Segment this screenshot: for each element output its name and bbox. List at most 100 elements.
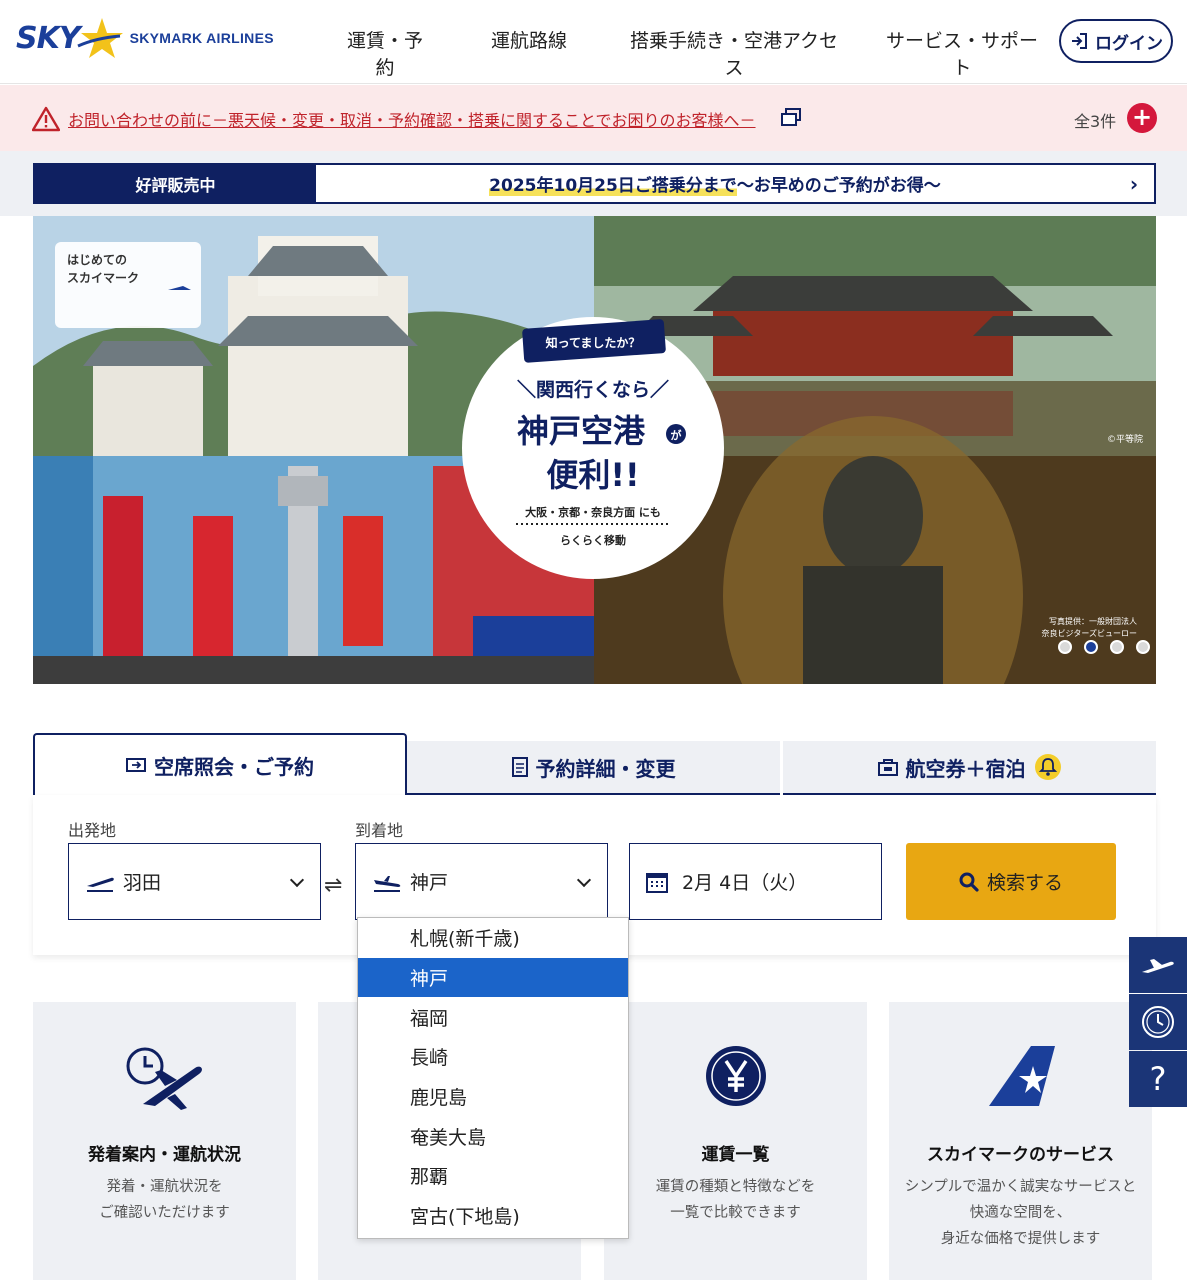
yen-icon	[604, 1044, 867, 1114]
hero-corner-line1: はじめての	[67, 253, 127, 267]
hero-line4: 大阪・京都・奈良方面 にも	[525, 505, 661, 519]
ticket-icon	[126, 758, 146, 772]
nav-routes[interactable]: 運航路線	[491, 26, 567, 78]
star-icon	[76, 18, 123, 58]
tab-reservation-details[interactable]: 予約詳細・変更	[407, 741, 780, 795]
document-icon	[511, 757, 528, 777]
tab-label: 空席照会・ご予約	[154, 754, 314, 779]
bell-icon	[1034, 754, 1061, 780]
origin-select[interactable]: 羽田	[68, 843, 321, 920]
destination-label: 到着地	[355, 821, 404, 840]
hero-corner-line2: スカイマーク	[67, 271, 139, 285]
notice-bar: お問い合わせの前に－悪天候・変更・取消・予約確認・搭乗に関することでお困りのお客…	[0, 85, 1187, 151]
carousel-dot[interactable]	[1136, 640, 1150, 654]
hero-credit-2b: 奈良ビジターズビューロー	[1042, 628, 1137, 638]
nav-label: 運航路線	[491, 30, 568, 52]
tab-air-hotel[interactable]: 航空券＋宿泊	[783, 741, 1156, 795]
card-description: シンプルで温かく誠実なサービスと 快適な空間を、 身近な価格で提供します	[904, 1179, 1137, 1247]
dropdown-option[interactable]: 宮古(下地島)	[358, 1196, 628, 1236]
nav-service-support[interactable]: サービス・サポート	[877, 26, 1047, 99]
card-title: スカイマークのサービス	[927, 1145, 1114, 1165]
hero-credit-1: ©平等院	[1107, 433, 1143, 445]
hero-line5: らくらく移動	[560, 533, 626, 547]
search-icon	[959, 872, 979, 892]
hero-line2-particle: が	[671, 428, 682, 442]
nav-label: サービス・サポート	[885, 30, 1038, 79]
chevron-down-icon	[289, 872, 305, 888]
search-button[interactable]: 検索する	[906, 843, 1116, 920]
origin-value: 羽田	[123, 872, 162, 894]
departure-plane-icon	[87, 877, 114, 892]
hotel-icon	[877, 759, 898, 776]
card-skymark-service[interactable]: スカイマークのサービス シンプルで温かく誠実なサービスと 快適な空間を、 身近な…	[889, 1002, 1152, 1280]
side-flight-search-button[interactable]	[1129, 937, 1187, 993]
hero-line3: 便利!!	[546, 456, 639, 494]
card-fare-list[interactable]: 運賃一覧 運賃の種類と特徴などを 一覧で比較できます	[604, 1002, 867, 1280]
hero-carousel[interactable]: はじめての スカイマーク 知ってましたか？ ＼関西行くなら／ 神戸空港 が 便利…	[33, 216, 1156, 684]
search-label: 検索する	[986, 872, 1063, 894]
carousel-dot[interactable]	[1058, 640, 1072, 654]
plane-icon	[1142, 959, 1174, 973]
carousel-dot[interactable]	[1084, 640, 1098, 654]
dropdown-option[interactable]: 福岡	[358, 997, 628, 1037]
hero-image: はじめての スカイマーク 知ってましたか？ ＼関西行くなら／ 神戸空港 が 便利…	[33, 216, 1156, 684]
nav-checkin-access[interactable]: 搭乗手続き・空港アクセス	[621, 26, 847, 99]
arrival-plane-icon	[374, 875, 401, 892]
card-description: 運賃の種類と特徴などを 一覧で比較できます	[655, 1179, 816, 1221]
hero-credit-2a: 写真提供：一般財団法人	[1049, 616, 1137, 626]
dropdown-option[interactable]: 長崎	[358, 1037, 628, 1077]
external-window-icon	[781, 108, 801, 126]
card-flight-status[interactable]: 発着案内・運航状況 発着・運航状況を ご確認いただけます	[33, 1002, 296, 1280]
card-title: 発着案内・運航状況	[88, 1145, 241, 1165]
carousel-dots	[1058, 640, 1150, 654]
origin-label: 出発地	[68, 821, 117, 840]
dropdown-option[interactable]: 神戸	[358, 957, 628, 998]
date-field[interactable]: 2月 4日（火）	[629, 843, 882, 920]
login-label: ログイン	[1095, 33, 1163, 54]
destination-select[interactable]: 神戸	[355, 843, 608, 920]
tab-seat-inquiry[interactable]: 空席照会・ご予約	[33, 733, 407, 795]
expand-notices-button[interactable]: +	[1127, 103, 1157, 133]
promo-banner[interactable]: 好評販売中 2025年10月25日ご搭乗分まで 〜お早めのご予約がお得〜 ›	[33, 163, 1156, 204]
notice-count: 全3件	[1074, 112, 1117, 131]
calendar-icon	[646, 872, 668, 893]
carousel-dot[interactable]	[1110, 640, 1124, 654]
notice-link[interactable]: お問い合わせの前に－悪天候・変更・取消・予約確認・搭乗に関することでお困りのお客…	[68, 107, 756, 131]
nav-fares-booking[interactable]: 運賃・予約	[338, 26, 432, 99]
chevron-down-icon	[576, 872, 592, 888]
side-flight-status-button[interactable]	[1129, 994, 1187, 1050]
login-icon	[1072, 33, 1087, 49]
hero-line1: ＼関西行くなら／	[517, 378, 669, 401]
clock-plane-icon	[33, 1044, 296, 1114]
nav-label: 搭乗手続き・空港アクセス	[629, 30, 839, 79]
card-title: 運賃一覧	[701, 1145, 770, 1165]
swap-airports-button[interactable]: ⇌	[324, 873, 342, 898]
dropdown-option[interactable]: 奄美大島	[358, 1116, 628, 1156]
side-help-button[interactable]: ?	[1129, 1051, 1187, 1107]
destination-dropdown: 札幌(新千歳) 神戸 福岡 長崎 鹿児島 奄美大島 那覇 宮古(下地島)	[357, 917, 629, 1239]
help-icon: ?	[1149, 1060, 1167, 1098]
warning-icon	[32, 106, 60, 132]
site-header: SKY SKYMARK AIRLINES 運賃・予約 運航路線 搭乗手続き・空港…	[0, 0, 1187, 99]
nav-label: 運賃・予約	[346, 30, 423, 79]
logo-sky-text: SKY	[16, 20, 81, 56]
chevron-right-icon: ›	[1129, 171, 1139, 196]
tab-label: 予約詳細・変更	[535, 756, 676, 781]
hero-badge: 知ってましたか？	[545, 335, 641, 350]
clock-icon	[1142, 1006, 1174, 1038]
skymark-logo[interactable]: SKY SKYMARK AIRLINES	[16, 16, 274, 60]
promo-text: 2025年10月25日ご搭乗分まで 〜お早めのご予約がお得〜	[316, 165, 1114, 202]
dropdown-option[interactable]: 那覇	[358, 1156, 628, 1196]
destination-value: 神戸	[410, 872, 449, 894]
date-value: 2月 4日（火）	[682, 872, 808, 894]
logo-wordmark: SKYMARK AIRLINES	[129, 30, 274, 46]
promo-text-highlight: 2025年10月25日ご搭乗分まで	[489, 171, 737, 196]
booking-tabs: 空席照会・ご予約 予約詳細・変更 航空券＋宿泊	[33, 733, 1156, 795]
dropdown-option[interactable]: 鹿児島	[358, 1077, 628, 1117]
skymark-tail-icon	[889, 1044, 1152, 1114]
hero-line2: 神戸空港	[517, 412, 646, 450]
login-button[interactable]: ログイン	[1059, 19, 1173, 63]
promo-text-rest: 〜お早めのご予約がお得〜	[736, 176, 941, 196]
card-description: 発着・運航状況を ご確認いただけます	[99, 1179, 230, 1221]
dropdown-option[interactable]: 札幌(新千歳)	[358, 918, 628, 958]
